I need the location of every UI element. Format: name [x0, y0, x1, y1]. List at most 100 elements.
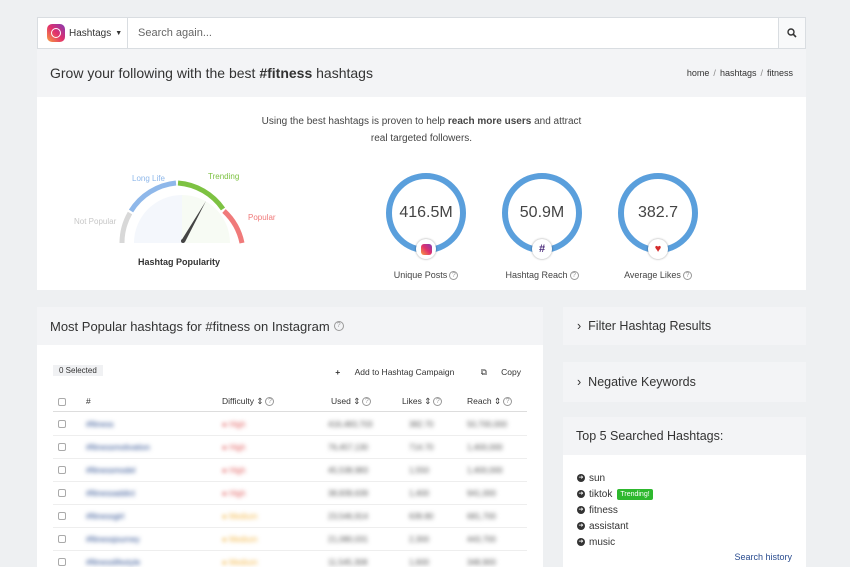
- column-used[interactable]: Used ⇕?: [331, 396, 372, 407]
- instagram-icon: [416, 239, 436, 259]
- row-hashtag-link[interactable]: #fitnessjourney: [86, 535, 140, 544]
- top5-panel: Top 5 Searched Hashtags: ➜ sun ➜ tiktok Tren…: [563, 417, 806, 567]
- intro-text-c: and attract: [531, 116, 582, 127]
- row-difficulty: ● Medium: [222, 512, 258, 521]
- top5-item[interactable]: ➜ assistant: [577, 518, 653, 534]
- help-icon[interactable]: ?: [433, 397, 443, 407]
- trending-badge: Trending!: [617, 488, 653, 500]
- help-icon[interactable]: ?: [503, 397, 513, 407]
- negative-keywords-label: Negative Keywords: [588, 375, 696, 389]
- row-likes: 1,600: [409, 558, 430, 567]
- top5-item[interactable]: ➜ music: [577, 534, 653, 550]
- top5-item[interactable]: ➜ sun: [577, 470, 653, 486]
- table-header: # Difficulty ⇕? Used ⇕? Likes ⇕? Reach ⇕…: [53, 394, 527, 412]
- page-header: Grow your following with the best #fitne…: [37, 49, 806, 97]
- add-to-campaign-button[interactable]: + Add to Hashtag Campaign: [335, 367, 454, 377]
- row-checkbox[interactable]: [58, 466, 66, 474]
- arrow-circle-icon: ➜: [577, 506, 585, 514]
- help-icon[interactable]: ?: [333, 321, 344, 331]
- column-likes[interactable]: Likes ⇕?: [402, 396, 443, 407]
- intro-text-bold: reach more users: [447, 116, 532, 127]
- table-body: #fitness ● High 416,483,703 382.70 50,700,00…: [53, 413, 527, 567]
- row-hashtag-link[interactable]: #fitnessmodel: [86, 466, 135, 475]
- row-checkbox[interactable]: [58, 558, 66, 566]
- stat-unique-posts: 416.5M Unique Posts?: [376, 173, 476, 281]
- filter-results-toggle[interactable]: › Filter Hashtag Results: [563, 307, 806, 345]
- row-used: 38,839,639: [328, 489, 369, 498]
- selected-count-badge: 0 Selected: [53, 365, 103, 376]
- row-used: 76,457,130: [328, 443, 369, 452]
- stat-ring: 50.9M #: [502, 173, 582, 259]
- stat-value: 382.7: [637, 204, 679, 221]
- row-reach: 1,400,000: [467, 443, 503, 452]
- instagram-icon: [47, 24, 65, 42]
- panel-title: Most Popular hashtags for #fitness on In…: [37, 307, 543, 345]
- search-input[interactable]: [128, 18, 778, 48]
- stat-average-likes: 382.7 ♥ Average Likes?: [608, 173, 708, 281]
- gauge-label-not-popular: Not Popular: [74, 217, 117, 226]
- copy-button[interactable]: ⧉ Copy: [469, 367, 521, 377]
- row-checkbox[interactable]: [58, 535, 66, 543]
- top5-item[interactable]: ➜ fitness: [577, 502, 653, 518]
- gauge-title: Hashtag Popularity: [138, 257, 221, 267]
- row-checkbox[interactable]: [58, 512, 66, 520]
- breadcrumb-home[interactable]: home: [687, 68, 710, 78]
- breadcrumb-hashtags[interactable]: hashtags: [720, 68, 757, 78]
- column-reach[interactable]: Reach ⇕?: [467, 396, 513, 407]
- help-icon[interactable]: ?: [569, 271, 579, 281]
- plus-icon: +: [335, 367, 341, 377]
- copy-icon: ⧉: [480, 367, 487, 377]
- row-checkbox[interactable]: [58, 420, 66, 428]
- top5-item-label: assistant: [589, 520, 629, 532]
- row-hashtag-link[interactable]: #fitnessmotivation: [86, 443, 150, 452]
- top5-item-label: tiktok: [589, 488, 613, 500]
- row-used: 11,545,308: [328, 558, 368, 567]
- help-icon[interactable]: ?: [265, 397, 275, 407]
- intro-text: Using the best hashtags is proven to hel…: [37, 113, 806, 147]
- stat-label: Average Likes?: [608, 270, 708, 281]
- search-button[interactable]: [778, 18, 805, 48]
- row-used: 21,080,031: [328, 535, 369, 544]
- arrow-circle-icon: ➜: [577, 490, 585, 498]
- row-difficulty: ● High: [222, 466, 246, 475]
- row-checkbox[interactable]: [58, 443, 66, 451]
- table-row: #fitness ● High 416,483,703 382.70 50,700,00…: [53, 413, 527, 436]
- gauge-label-trending: Trending: [208, 172, 240, 181]
- top5-item[interactable]: ➜ tiktok Trending!: [577, 486, 653, 502]
- table-row: #fitnessjourney ● Medium 21,080,031 2,300 44…: [53, 528, 527, 551]
- help-icon[interactable]: ?: [682, 271, 692, 281]
- negative-keywords-toggle[interactable]: › Negative Keywords: [563, 362, 806, 402]
- row-hashtag-link[interactable]: #fitness: [86, 420, 114, 429]
- row-difficulty: ● Medium: [222, 535, 258, 544]
- breadcrumb-current: fitness: [766, 68, 793, 78]
- toolbar-actions: + Add to Hashtag Campaign ⧉ Copy: [323, 367, 521, 378]
- title-prefix: Grow your following with the best: [50, 65, 260, 81]
- arrow-circle-icon: ➜: [577, 522, 585, 530]
- row-checkbox[interactable]: [58, 489, 66, 497]
- chevron-right-icon: ›: [577, 375, 582, 389]
- row-reach: 50,700,000: [467, 420, 508, 429]
- table-row: #fitnessmodel ● High 45,538,983 1,550 1,400,…: [53, 459, 527, 482]
- top5-list: ➜ sun ➜ tiktok Trending! ➜ fitness ➜ assistant ➜ m…: [577, 470, 653, 550]
- search-history-link[interactable]: Search history: [734, 552, 792, 562]
- row-reach: 941,000: [467, 489, 496, 498]
- gauge-label-long-life: Long Life: [132, 174, 165, 183]
- column-difficulty[interactable]: Difficulty ⇕?: [222, 396, 275, 407]
- row-reach: 1,400,000: [467, 466, 503, 475]
- arrow-circle-icon: ➜: [577, 538, 585, 546]
- row-hashtag-link[interactable]: #fitnessgirl: [86, 512, 124, 521]
- arrow-circle-icon: ➜: [577, 474, 585, 482]
- network-dropdown[interactable]: Hashtags ▼: [38, 18, 128, 48]
- help-icon[interactable]: ?: [449, 271, 459, 281]
- row-hashtag-link[interactable]: #fitnesslifestyle: [86, 558, 140, 567]
- select-all-checkbox[interactable]: [58, 398, 66, 406]
- popular-hashtags-panel: Most Popular hashtags for #fitness on In…: [37, 307, 543, 567]
- row-used: 23,546,914: [328, 512, 369, 521]
- row-hashtag-link[interactable]: #fitnessaddict: [86, 489, 135, 498]
- breadcrumb-separator: /: [713, 68, 716, 78]
- top5-item-label: sun: [589, 472, 606, 484]
- stat-ring: 382.7 ♥: [618, 173, 698, 259]
- help-icon[interactable]: ?: [362, 397, 372, 407]
- page-title: Grow your following with the best #fitne…: [50, 65, 373, 81]
- title-suffix: hashtags: [312, 65, 373, 81]
